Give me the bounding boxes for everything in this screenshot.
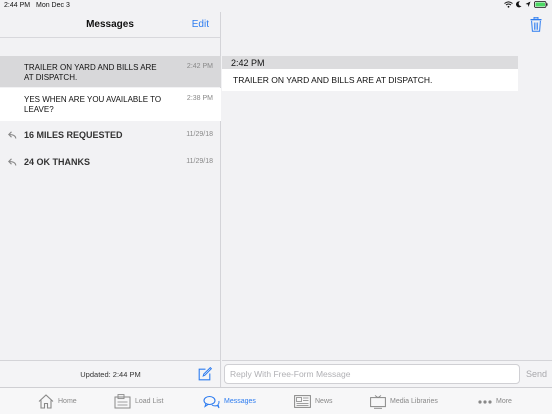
- updated-status: Updated: 2:44 PM: [80, 370, 141, 379]
- news-icon: [294, 395, 311, 408]
- tab-bar: Home Load List Messages News Media Libra…: [0, 387, 552, 414]
- list-item[interactable]: 24 OK THANKS 11/29/18: [0, 148, 221, 175]
- detail-time: 2:42 PM: [222, 56, 518, 69]
- more-icon: [478, 399, 492, 404]
- tab-home[interactable]: Home: [38, 388, 77, 414]
- trash-icon[interactable]: [530, 17, 542, 32]
- list-item[interactable]: YES WHEN ARE YOU AVAILABLE TO LEAVE? 2:3…: [0, 88, 221, 121]
- message-preview: 16 MILES REQUESTED: [24, 130, 123, 140]
- media-libraries-icon: [370, 394, 386, 409]
- compose-icon[interactable]: [198, 367, 212, 381]
- status-bar: 2:44 PM Mon Dec 3: [0, 0, 552, 12]
- message-preview: 24 OK THANKS: [24, 157, 91, 167]
- message-time: 2:38 PM: [186, 95, 213, 102]
- tab-more[interactable]: More: [478, 388, 512, 414]
- detail-body: TRAILER ON YARD AND BILLS ARE AT DISPATC…: [222, 69, 518, 91]
- reply-input[interactable]: [224, 364, 520, 384]
- tab-news[interactable]: News: [294, 388, 333, 414]
- message-time: 2:42 PM: [186, 63, 213, 70]
- tab-media-libraries[interactable]: Media Libraries: [370, 388, 438, 414]
- location-icon: [525, 1, 531, 7]
- message-list: TRAILER ON YARD AND BILLS ARE AT DISPATC…: [0, 56, 221, 175]
- messages-icon: [203, 395, 220, 408]
- list-item[interactable]: TRAILER ON YARD AND BILLS ARE AT DISPATC…: [0, 56, 221, 87]
- wifi-icon: [504, 1, 513, 8]
- tab-label: Home: [58, 398, 77, 405]
- send-button[interactable]: Send: [526, 369, 547, 379]
- reply-bar: Send: [222, 360, 552, 387]
- message-detail-pane: 2:42 PM TRAILER ON YARD AND BILLS ARE AT…: [222, 12, 552, 360]
- reply-icon: [8, 131, 17, 139]
- tab-load-list[interactable]: Load List: [114, 388, 163, 414]
- message-time: 11/29/18: [186, 131, 213, 138]
- message-list-header: Messages Edit: [0, 12, 220, 38]
- reply-icon: [8, 158, 17, 166]
- tab-label: More: [496, 398, 512, 405]
- status-icons: [504, 1, 548, 8]
- list-item[interactable]: 16 MILES REQUESTED 11/29/18: [0, 121, 221, 148]
- list-footer: Updated: 2:44 PM: [0, 360, 221, 387]
- moon-icon: [516, 1, 522, 8]
- tab-messages[interactable]: Messages: [203, 388, 256, 414]
- message-list-pane: Messages Edit TRAILER ON YARD AND BILLS …: [0, 12, 221, 360]
- load-list-icon: [114, 394, 131, 409]
- tab-label: Load List: [135, 398, 164, 405]
- home-icon: [38, 394, 54, 409]
- edit-button[interactable]: Edit: [192, 19, 209, 30]
- message-preview: YES WHEN ARE YOU AVAILABLE TO LEAVE?: [24, 95, 162, 114]
- message-detail: 2:42 PM TRAILER ON YARD AND BILLS ARE AT…: [222, 56, 518, 91]
- page-title: Messages: [86, 19, 134, 30]
- tab-label: News: [315, 398, 333, 405]
- status-time: 2:44 PM: [4, 2, 31, 9]
- status-date: Mon Dec 3: [36, 2, 70, 9]
- message-preview: TRAILER ON YARD AND BILLS ARE AT DISPATC…: [24, 63, 157, 82]
- message-time: 11/29/18: [186, 158, 213, 165]
- tab-label: Messages: [224, 398, 256, 405]
- tab-label: Media Libraries: [390, 398, 438, 405]
- battery-icon: [534, 1, 548, 8]
